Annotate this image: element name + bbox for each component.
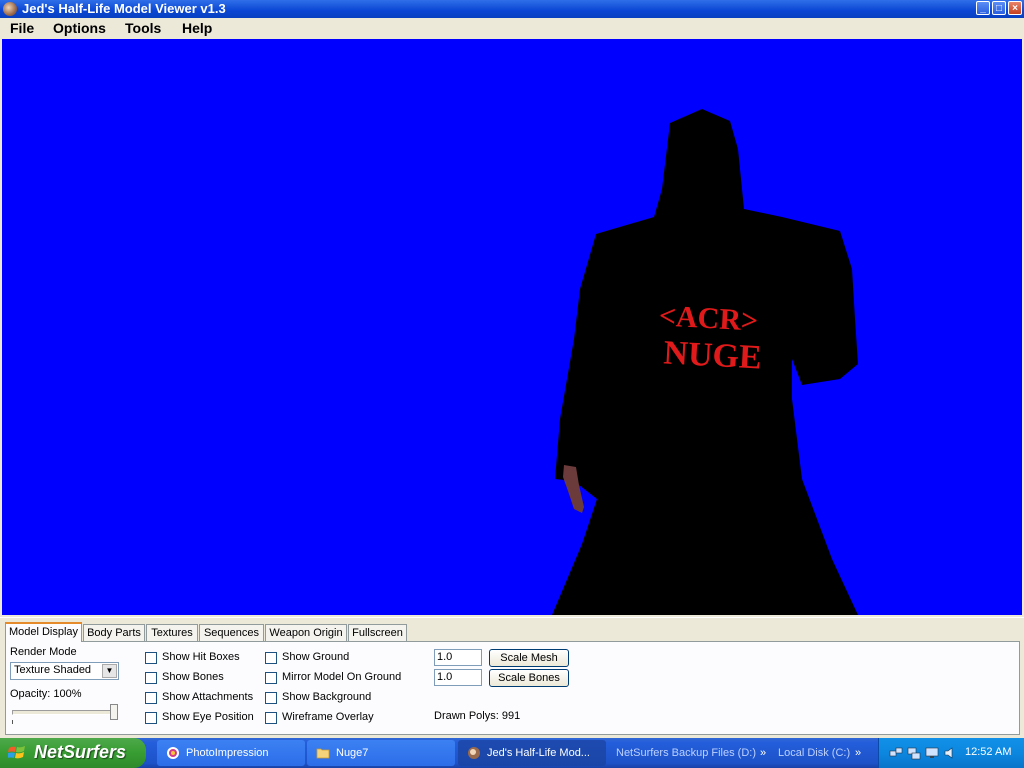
control-panel: Model Display Body Parts Textures Sequen… — [0, 617, 1024, 738]
network-icon[interactable] — [889, 746, 903, 760]
start-button[interactable]: NetSurfers — [0, 738, 146, 768]
texture-line-nuge: NUGE — [663, 334, 763, 376]
tab-body-parts[interactable]: Body Parts — [83, 624, 145, 641]
model-display-page: Render Mode Texture Shaded ▼ Opacity: 10… — [5, 641, 1020, 735]
render-mode-value: Texture Shaded — [14, 664, 92, 676]
taskbar: NetSurfers PhotoImpression Nuge7 Jed's H… — [0, 738, 1024, 768]
close-button[interactable]: × — [1008, 1, 1022, 15]
scale-bones-button[interactable]: Scale Bones — [489, 669, 569, 687]
task-nuge7-folder[interactable]: Nuge7 — [307, 740, 455, 766]
model-render: <ACR> NUGE — [552, 109, 858, 615]
show-hit-boxes-checkbox[interactable] — [145, 652, 157, 664]
menu-bar: File Options Tools Help — [0, 18, 1024, 38]
render-mode-select[interactable]: Texture Shaded ▼ — [10, 662, 119, 680]
system-tray: 12:52 AM — [878, 738, 1024, 768]
opacity-slider-tick — [12, 720, 13, 724]
window-title: Jed's Half-Life Model Viewer v1.3 — [22, 1, 226, 16]
minimize-button[interactable]: _ — [976, 1, 990, 15]
tab-weapon-origin[interactable]: Weapon Origin — [265, 624, 347, 641]
model-viewport[interactable]: <ACR> NUGE — [2, 39, 1022, 615]
show-hit-boxes-label: Show Hit Boxes — [162, 651, 240, 663]
monitor-icon[interactable] — [925, 746, 939, 760]
show-bones-checkbox[interactable] — [145, 672, 157, 684]
tab-model-display[interactable]: Model Display — [5, 622, 82, 642]
folder-icon — [316, 748, 330, 759]
maximize-button[interactable]: □ — [992, 1, 1006, 15]
tab-textures[interactable]: Textures — [146, 624, 198, 641]
show-attachments-label: Show Attachments — [162, 691, 254, 703]
title-bar: Jed's Half-Life Model Viewer v1.3 _ □ × — [0, 0, 1024, 18]
task-label: Nuge7 — [336, 747, 369, 759]
start-label: NetSurfers — [34, 742, 127, 762]
quick-link-local-disk[interactable]: Local Disk (C:) — [778, 738, 850, 768]
task-label: Jed's Half-Life Mod... — [487, 747, 590, 759]
render-mode-label: Render Mode — [10, 646, 77, 658]
task-model-viewer[interactable]: Jed's Half-Life Mod... — [458, 740, 606, 766]
wireframe-overlay-label: Wireframe Overlay — [282, 711, 374, 723]
opacity-slider-track[interactable] — [12, 710, 118, 715]
show-eye-position-checkbox[interactable] — [145, 712, 157, 724]
mirror-model-label: Mirror Model On Ground — [282, 671, 402, 683]
quick-link-chevron[interactable]: » — [760, 738, 766, 768]
drawn-polys-readout: Drawn Polys: 991 — [434, 710, 521, 722]
show-ground-checkbox[interactable] — [265, 652, 277, 664]
show-background-checkbox[interactable] — [265, 692, 277, 704]
tab-sequences[interactable]: Sequences — [199, 624, 264, 641]
task-label: PhotoImpression — [186, 747, 269, 759]
opacity-label: Opacity: 100% — [10, 688, 82, 700]
mirror-model-checkbox[interactable] — [265, 672, 277, 684]
photoimpression-icon — [167, 747, 179, 759]
volume-icon[interactable] — [943, 746, 957, 760]
clock[interactable]: 12:52 AM — [965, 746, 1011, 758]
menu-file[interactable]: File — [10, 19, 34, 37]
scale-bones-input[interactable]: 1.0 — [434, 669, 482, 686]
scale-mesh-button[interactable]: Scale Mesh — [489, 649, 569, 667]
windows-logo-icon — [8, 746, 25, 759]
show-eye-position-label: Show Eye Position — [162, 711, 254, 723]
scale-mesh-input[interactable]: 1.0 — [434, 649, 482, 666]
menu-help[interactable]: Help — [182, 19, 212, 37]
opacity-slider-thumb[interactable] — [110, 704, 118, 720]
quick-link-backup-drive[interactable]: NetSurfers Backup Files (D:) — [616, 738, 756, 768]
chevron-down-icon[interactable]: ▼ — [102, 664, 117, 678]
model-viewer-icon — [468, 747, 480, 759]
app-icon[interactable] — [3, 2, 17, 16]
show-ground-label: Show Ground — [282, 651, 350, 663]
network-connection-icon[interactable] — [907, 746, 921, 760]
show-bones-label: Show Bones — [162, 671, 224, 683]
menu-options[interactable]: Options — [53, 19, 106, 37]
tab-fullscreen[interactable]: Fullscreen — [348, 624, 407, 641]
show-background-label: Show Background — [282, 691, 372, 703]
task-photoimpression[interactable]: PhotoImpression — [157, 740, 305, 766]
texture-line-acr: <ACR> — [658, 299, 759, 337]
show-attachments-checkbox[interactable] — [145, 692, 157, 704]
wireframe-overlay-checkbox[interactable] — [265, 712, 277, 724]
menu-tools[interactable]: Tools — [125, 19, 161, 37]
quick-link-chevron[interactable]: » — [855, 738, 861, 768]
